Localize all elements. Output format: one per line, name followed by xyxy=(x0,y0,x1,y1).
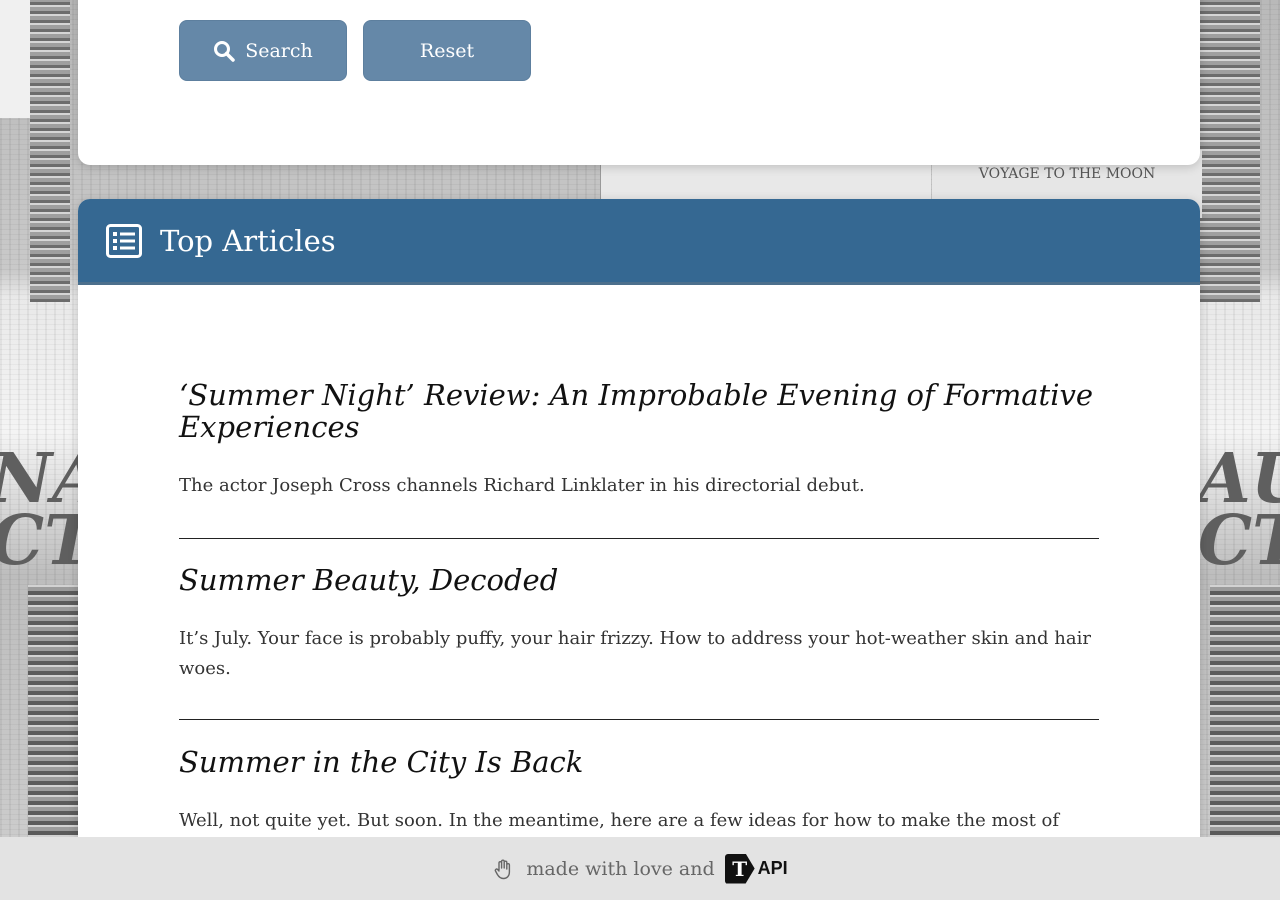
article-item: Summer Beauty, Decoded It’s July. Your f… xyxy=(179,564,1099,684)
footer-text: made with love and xyxy=(526,857,715,880)
list-icon xyxy=(106,223,142,258)
top-articles-card: Top Articles ‘Summer Night’ Review: An I… xyxy=(78,199,1200,859)
nyt-api-logo[interactable]: T API xyxy=(724,853,788,884)
reset-button[interactable]: Reset xyxy=(363,20,531,81)
article-divider xyxy=(179,538,1099,539)
top-articles-title: Top Articles xyxy=(160,223,336,258)
search-button-label: Search xyxy=(245,39,313,62)
article-item: Summer in the City Is Back Well, not qui… xyxy=(179,746,1099,836)
hand-wave-icon xyxy=(494,859,511,879)
search-icon xyxy=(214,40,235,62)
article-item: ‘Summer Night’ Review: An Improbable Eve… xyxy=(179,379,1099,501)
search-form-card: Search Reset xyxy=(78,0,1200,165)
article-summary: The actor Joseph Cross channels Richard … xyxy=(179,475,865,496)
top-articles-header: Top Articles xyxy=(78,199,1200,285)
background-photo-strip xyxy=(1200,0,1260,302)
footer: made with love and T API xyxy=(0,837,1280,900)
article-headline[interactable]: ‘Summer Night’ Review: An Improbable Eve… xyxy=(179,379,1099,443)
article-headline[interactable]: Summer Beauty, Decoded xyxy=(179,564,1099,596)
background-photo-strip xyxy=(1210,585,1280,845)
article-summary: It’s July. Your face is probably puffy, … xyxy=(179,628,1091,679)
article-summary: Well, not quite yet. But soon. In the me… xyxy=(179,810,1060,831)
background-photo-strip xyxy=(30,0,70,302)
article-headline[interactable]: Summer in the City Is Back xyxy=(179,746,1099,778)
reset-button-label: Reset xyxy=(419,39,475,62)
article-divider xyxy=(179,719,1099,720)
nyt-logo-icon: T xyxy=(724,853,755,884)
background-big-type: AUCT xyxy=(1197,439,1280,581)
search-button[interactable]: Search xyxy=(179,20,347,81)
background-newsprint-column xyxy=(0,0,32,118)
api-label: API xyxy=(757,858,788,878)
